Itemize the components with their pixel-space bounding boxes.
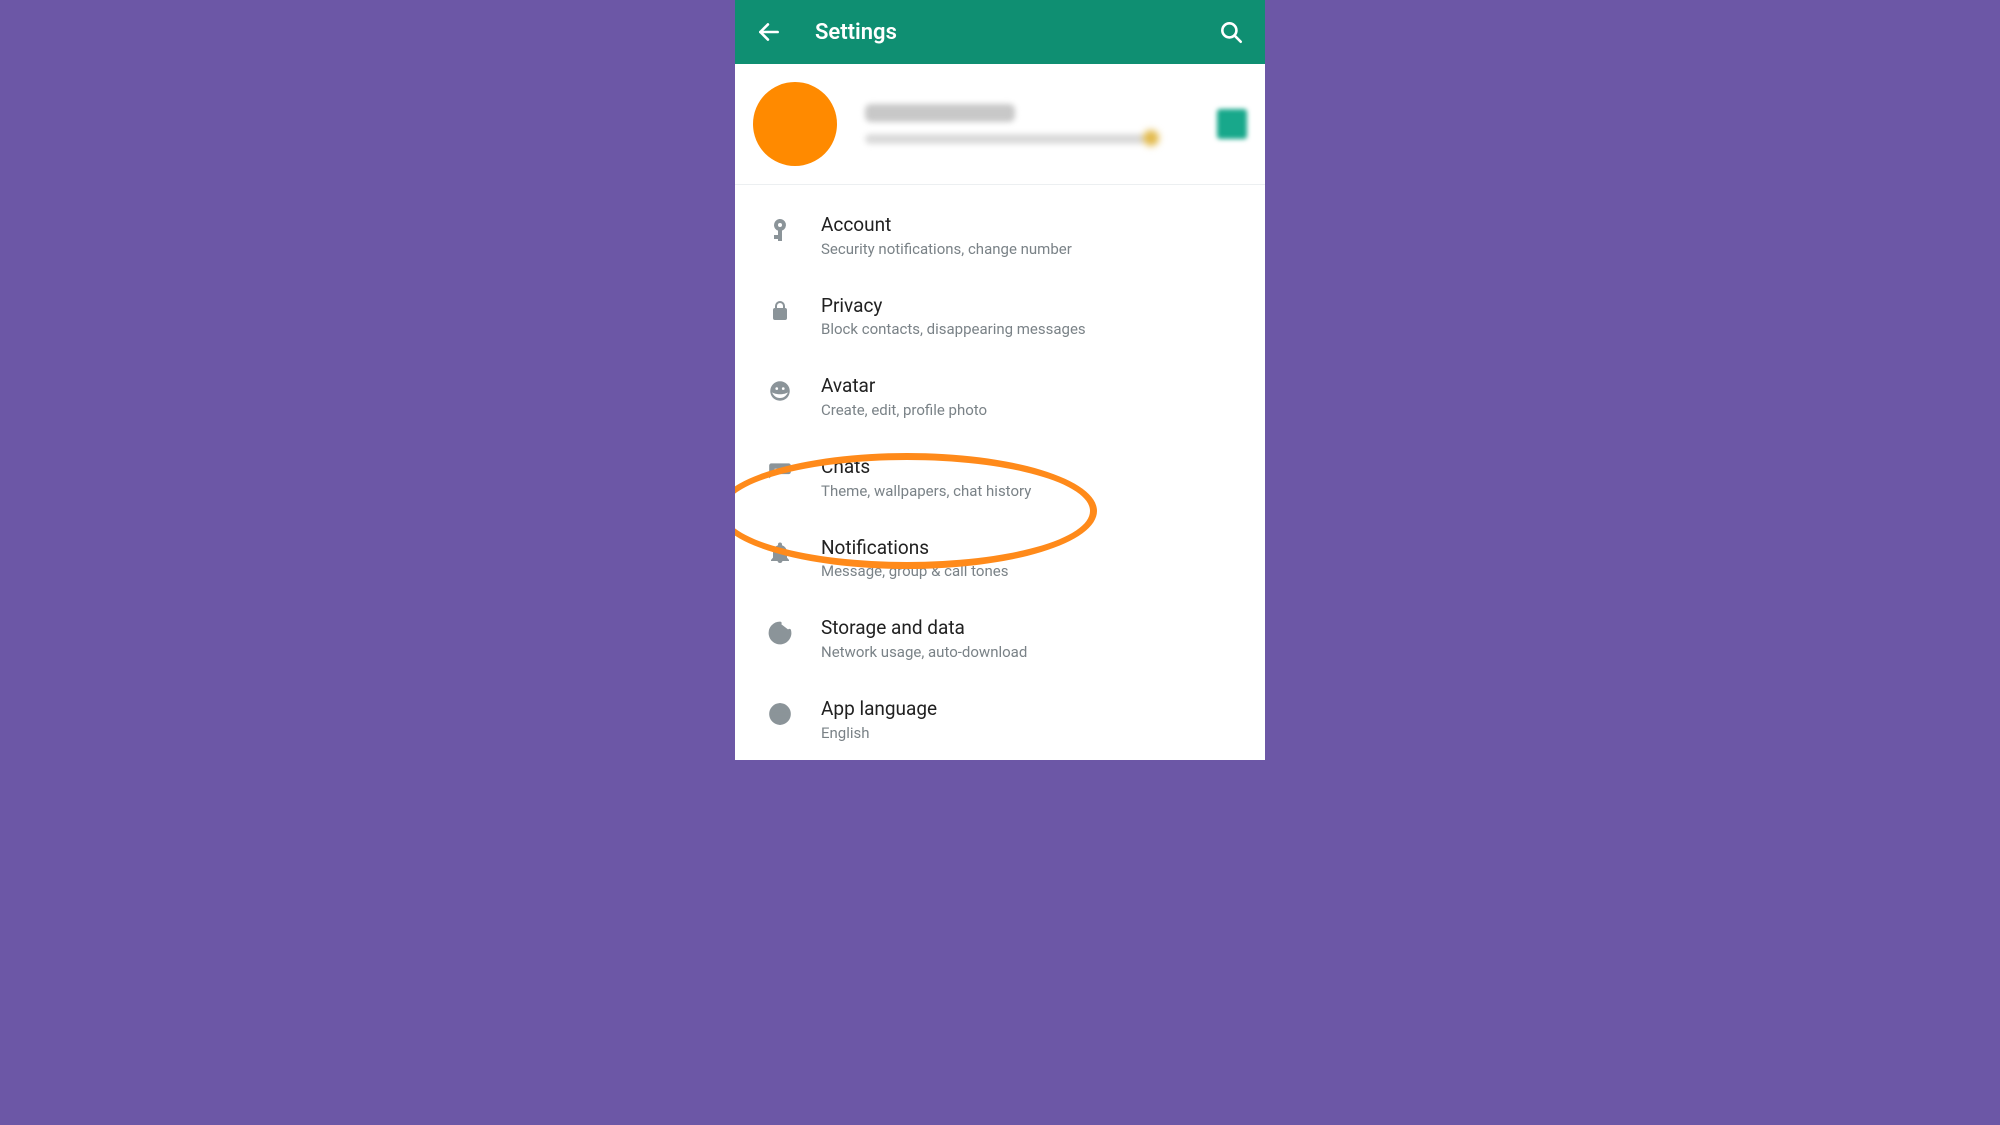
profile-text [865, 104, 1207, 144]
item-title: Account [821, 213, 1072, 238]
arrow-left-icon [756, 19, 782, 45]
data-circle-icon [765, 618, 795, 648]
page-title: Settings [815, 20, 897, 45]
avatar-face-icon [765, 376, 795, 406]
item-title: Privacy [821, 294, 1086, 319]
search-button[interactable] [1217, 18, 1245, 46]
item-subtitle: Block contacts, disappearing messages [821, 320, 1086, 338]
item-title: Chats [821, 455, 1031, 480]
settings-item-language[interactable]: App language English [735, 679, 1265, 760]
back-button[interactable] [755, 18, 783, 46]
key-icon [765, 215, 795, 245]
profile-name-redacted [865, 104, 1015, 122]
appbar-left: Settings [755, 18, 897, 46]
item-subtitle: Security notifications, change number [821, 240, 1072, 258]
status-emoji-redacted [1143, 130, 1159, 146]
chat-icon [765, 457, 795, 487]
bell-icon [765, 538, 795, 568]
profile-status-redacted [865, 134, 1145, 144]
item-title: App language [821, 697, 937, 722]
item-text: Chats Theme, wallpapers, chat history [821, 455, 1031, 500]
globe-icon [765, 699, 795, 729]
qr-code-button[interactable] [1217, 109, 1247, 139]
settings-item-account[interactable]: Account Security notifications, change n… [735, 195, 1265, 276]
item-text: Account Security notifications, change n… [821, 213, 1072, 258]
item-subtitle: Network usage, auto-download [821, 643, 1027, 661]
item-subtitle: Create, edit, profile photo [821, 401, 987, 419]
item-text: Privacy Block contacts, disappearing mes… [821, 294, 1086, 339]
settings-item-avatar[interactable]: Avatar Create, edit, profile photo [735, 356, 1265, 437]
item-subtitle: English [821, 724, 937, 742]
item-title: Avatar [821, 374, 987, 399]
settings-list: Account Security notifications, change n… [735, 185, 1265, 760]
item-text: Notifications Message, group & call tone… [821, 536, 1008, 581]
settings-item-privacy[interactable]: Privacy Block contacts, disappearing mes… [735, 276, 1265, 357]
settings-item-storage[interactable]: Storage and data Network usage, auto-dow… [735, 598, 1265, 679]
item-subtitle: Theme, wallpapers, chat history [821, 482, 1031, 500]
item-text: App language English [821, 697, 937, 742]
settings-screen: Settings Account Security notificatio [735, 0, 1265, 760]
settings-item-notifications[interactable]: Notifications Message, group & call tone… [735, 518, 1265, 599]
item-subtitle: Message, group & call tones [821, 562, 1008, 580]
search-icon [1218, 19, 1244, 45]
item-title: Notifications [821, 536, 1008, 561]
avatar [753, 82, 837, 166]
settings-item-chats[interactable]: Chats Theme, wallpapers, chat history [735, 437, 1265, 518]
lock-icon [765, 296, 795, 326]
item-text: Storage and data Network usage, auto-dow… [821, 616, 1027, 661]
item-title: Storage and data [821, 616, 1027, 641]
item-text: Avatar Create, edit, profile photo [821, 374, 987, 419]
profile-row[interactable] [735, 64, 1265, 185]
app-bar: Settings [735, 0, 1265, 64]
